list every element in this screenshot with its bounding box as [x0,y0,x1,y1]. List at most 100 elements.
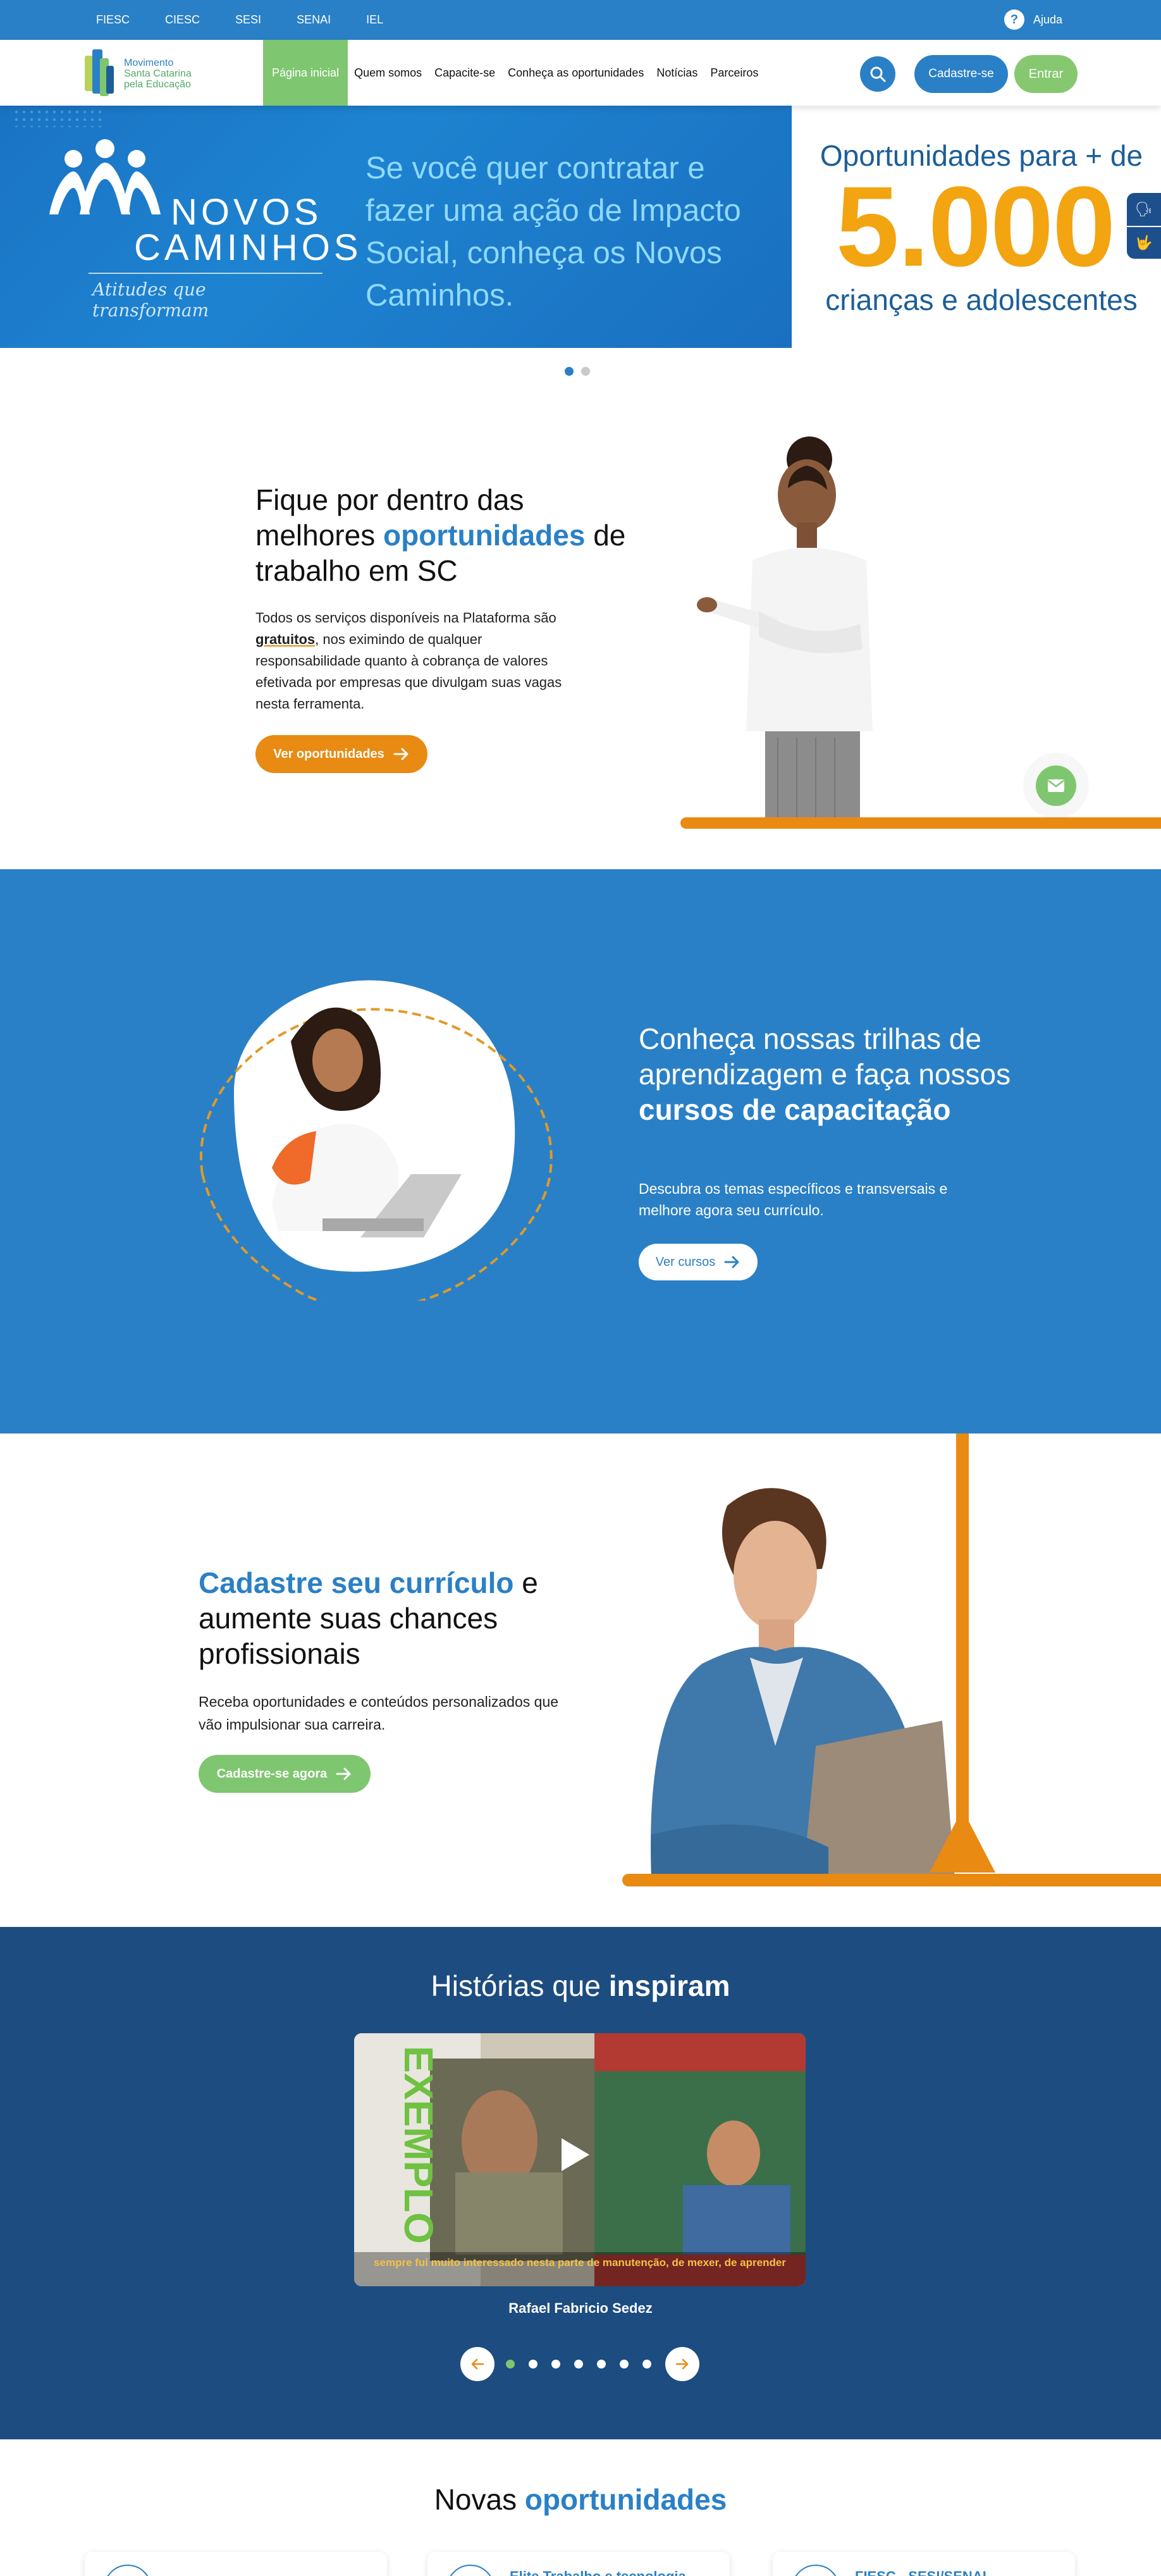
audio-description-icon[interactable]: 🗣 [1127,193,1161,226]
new-opportunities-title-highlight: oportunidades [524,2483,727,2516]
link-sesi[interactable]: SESI [235,13,261,27]
new-opportunities-title: Novas oportunidades [0,2482,1161,2517]
courses-title-bold: cursos de capacitação [639,1093,951,1126]
menu-item-training[interactable]: Capacite-se [428,40,501,106]
arrow-left-icon [471,2358,484,2370]
decorative-horizontal-bar [622,1874,1161,1886]
signup-now-label: Cadastre-se agora [216,1766,328,1781]
sign-language-icon[interactable]: 🤟 [1127,226,1161,259]
main-header: Movimento Santa Catarina pela Educação P… [0,40,1161,106]
see-courses-label: Ver cursos [655,1254,716,1269]
new-opportunities-title-a: Novas [434,2483,525,2516]
menu-item-partners[interactable]: Parceiros [704,40,765,106]
banner-stat-bottom: crianças e adolescentes [825,283,1138,316]
link-ciesc[interactable]: CIESC [165,13,200,27]
see-opportunities-button[interactable]: Ver oportunidades [255,735,427,773]
link-senai[interactable]: SENAI [297,13,331,27]
banner-message: Se você quer contratar e fazer uma ação … [366,151,741,313]
banner-slider-dots [565,367,590,376]
courses-section [0,869,1161,1434]
company-name: Elite Trabalho e tecnologia [510,2568,686,2576]
site-logo[interactable]: Movimento Santa Catarina pela Educação [85,46,199,101]
novos-caminhos-logo: NOVOS CAMINHOS Atitudes que transformam [38,139,359,321]
signup-button[interactable]: Cadastre-se [914,55,1008,93]
stories-title-bold: inspiram [608,1969,730,2002]
help-icon: ? [1004,9,1024,30]
arrow-right-icon [393,748,408,760]
play-icon[interactable] [562,2138,589,2171]
brand-divider [89,273,322,274]
slider-dot-2[interactable] [581,367,590,376]
opportunities-text-bold: gratuitos [255,631,316,647]
opportunity-card[interactable]: Elite Trabalho e tecnologia [427,2552,730,2576]
menu-item-home[interactable]: Página inicial [263,40,348,106]
logo-line-3: pela Educação [124,78,191,90]
banner-stat-number: 5.000 [835,163,1115,290]
carousel-dots [506,2360,651,2369]
search-icon [870,66,886,82]
signup-text: Receba oportunidades e conteúdos persona… [199,1694,559,1733]
logo-line-2: Santa Catarina [124,68,192,79]
menu-item-opportunities[interactable]: Conheça as oportunidades [501,40,650,106]
courses-title-a: Conheça nossas trilhas de aprendizagem e… [639,1022,1011,1091]
man-laptop-photo [651,1488,955,1879]
decorative-vertical-bar [956,1434,969,1870]
opportunities-text: Todos os serviços disponíveis na Platafo… [255,607,584,715]
company-name: FIESC - SESI/SENAI [855,2568,986,2576]
carousel-dot[interactable] [529,2360,538,2369]
login-button[interactable]: Entrar [1014,55,1078,93]
woman-pointing-photo [697,437,873,820]
slider-dot-1[interactable] [565,367,574,376]
brand-line-2: CAMINHOS [134,227,362,268]
logo-line-1: Movimento [124,57,174,68]
courses-title: Conheça nossas trilhas de aprendizagem e… [639,1021,1018,1127]
company-avatar [792,2565,840,2576]
woman-laptop-blob [200,980,553,1301]
signup-title: Cadastre seu currículo e aumente suas ch… [199,1565,591,1671]
decorative-triangle [930,1809,995,1873]
story-video-player[interactable]: EXEMPLO sempre fui muito interessado nes… [354,2033,806,2286]
help-label: Ajuda [1033,13,1063,26]
carousel-dot[interactable] [597,2360,606,2369]
accessibility-widget: 🗣 🤟 [1127,193,1161,259]
logo-text: Movimento Santa Catarina pela Educação [124,58,192,90]
carousel-prev-button[interactable] [460,2347,494,2381]
arrow-right-icon [724,1256,739,1268]
courses-text: Descubra os temas específicos e transver… [639,1180,948,1218]
brand-tagline: Atitudes que transformam [92,279,209,321]
carousel-dot[interactable] [620,2360,629,2369]
search-button[interactable] [860,56,895,92]
arrow-right-icon [336,1768,351,1780]
carousel-dot[interactable] [551,2360,560,2369]
see-courses-button[interactable]: Ver cursos [639,1244,758,1280]
menu-item-news[interactable]: Notícias [650,40,704,106]
carousel-next-button[interactable] [665,2347,699,2381]
carousel-dot[interactable] [574,2360,583,2369]
brand-line-1: NOVOS [171,192,322,233]
video-overlay-text: EXEMPLO [396,2046,441,2244]
logo-mark-icon [85,47,118,100]
opportunity-card[interactable]: FIESC - SESI/SENAI [773,2552,1075,2576]
help-link[interactable]: ? Ajuda [1004,9,1062,30]
link-fiesc[interactable]: FIESC [96,13,130,27]
stories-title: Histórias que inspiram [0,1969,1161,2003]
company-avatar [446,2565,494,2576]
mail-icon [1048,779,1064,792]
opportunities-text-a: Todos os serviços disponíveis na Platafo… [255,610,556,626]
signup-now-button[interactable]: Cadastre-se agora [199,1755,371,1793]
see-opportunities-label: Ver oportunidades [273,746,384,761]
main-menu: Página inicial Quem somos Capacite-se Co… [263,40,765,106]
opportunities-title-highlight: oportunidades [383,519,586,552]
hero-banner[interactable]: NOVOS CAMINHOS Atitudes que transformam … [0,106,1161,348]
carousel-dot[interactable] [642,2360,651,2369]
menu-item-about[interactable]: Quem somos [348,40,428,106]
opportunity-card[interactable] [85,2552,387,2576]
stories-title-a: Histórias que [431,1969,609,2002]
link-iel[interactable]: IEL [366,13,383,27]
top-utility-bar: FIESC CIESC SESI SENAI IEL ? Ajuda [0,0,1161,40]
carousel-dot[interactable] [506,2360,515,2369]
company-avatar [104,2565,152,2576]
contact-mail-button[interactable] [1036,765,1076,806]
story-person-name: Rafael Fabricio Sedez [508,2300,653,2316]
video-subtitle: sempre fui muito interessado nesta parte… [354,2252,806,2286]
